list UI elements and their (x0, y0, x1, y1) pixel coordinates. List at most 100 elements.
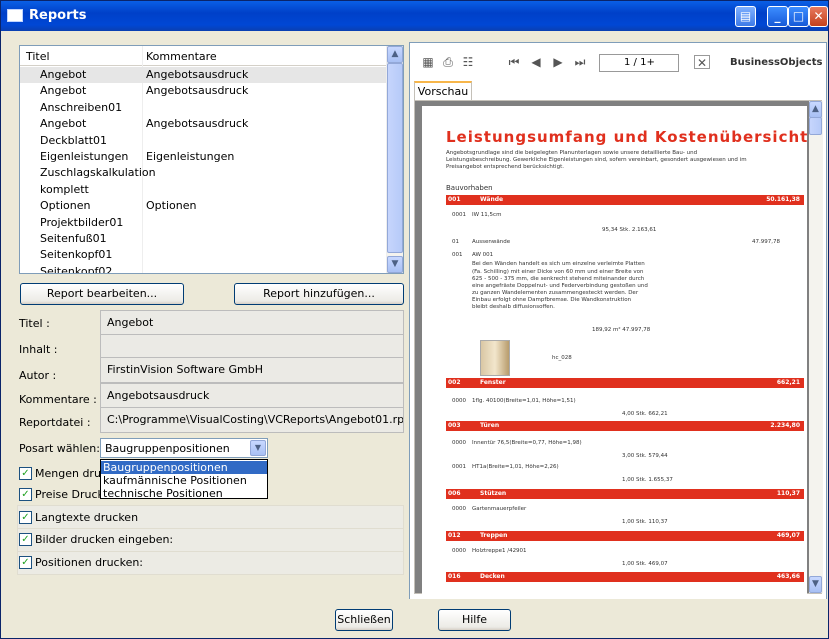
section-sum: 110,37 (776, 490, 800, 497)
posart-select[interactable]: Baugruppenpositionen ▼ (100, 438, 268, 458)
comment-label: Kommentare : (19, 393, 97, 406)
file-field[interactable]: C:\Programme\VisualCosting\VCReports\Ang… (100, 407, 404, 433)
last-page-icon[interactable]: ⏭ (572, 55, 588, 69)
report-section-bar: 001 Wände 50.161,38 (446, 195, 804, 205)
checkbox-positionen-label: Positionen drucken: (35, 556, 144, 569)
preview-pane: Leistungsumfang und Kostenübersicht Ange… (414, 100, 823, 595)
report-line-text: 625 - 500 - 375 mm, die senkrecht stehen… (472, 276, 645, 282)
edit-report-button[interactable]: Report bearbeiten... (20, 283, 184, 305)
column-title-header[interactable]: Titel (26, 50, 50, 63)
stop-icon[interactable]: ✕ (694, 55, 710, 70)
report-section-head: Bauvorhaben (446, 184, 493, 192)
report-line-text: 3,00 Stk. 579,44 (622, 453, 668, 459)
comment-field[interactable]: Angebotsausdruck (100, 383, 404, 409)
list-item[interactable]: Angebot Angebotsausdruck (20, 67, 387, 83)
list-item[interactable]: Projektbilder01 (20, 215, 387, 231)
list-item-comment: Eigenleistungen (146, 150, 235, 163)
author-field[interactable]: FirstinVision Software GmbH (100, 357, 404, 383)
section-number: 012 (448, 532, 461, 539)
group-tree-icon[interactable]: ☷ (460, 55, 476, 69)
list-item[interactable]: Anschreiben01 (20, 100, 387, 116)
report-page: Leistungsumfang und Kostenübersicht Ange… (422, 106, 807, 595)
report-line-code: 0000 (452, 440, 466, 446)
scroll-thumb[interactable] (387, 63, 403, 253)
posart-option-kaufmaennisch[interactable]: kaufmännische Positionen (101, 474, 267, 487)
report-line-text: 47.997,78 (752, 239, 780, 245)
report-line-text: Innentür 76,5(Breite=0,77, Höhe=1,98) (472, 440, 582, 446)
list-item[interactable]: Angebot Angebotsausdruck (20, 83, 387, 99)
dialog-footer: Schließen Hilfe (1, 599, 828, 638)
report-line-text: 1,00 Stk. 469,07 (622, 561, 668, 567)
first-page-icon[interactable]: ⏮ (506, 55, 522, 69)
close-button[interactable]: Schließen (335, 609, 393, 631)
export-icon[interactable]: ▦ (420, 55, 436, 69)
minimize-button[interactable]: _ (767, 6, 788, 27)
section-sum: 469,07 (776, 532, 800, 539)
section-number: 001 (448, 196, 461, 203)
section-number: 006 (448, 490, 461, 497)
list-item[interactable]: Seitenkopf01 (20, 247, 387, 263)
report-line-text: eine angefräste Doppelnut- und Federverb… (472, 283, 648, 289)
list-item[interactable]: Optionen Optionen (20, 198, 387, 214)
checkbox-preise[interactable]: ✓ (19, 488, 32, 501)
checkbox-bilder[interactable]: ✓ (19, 533, 32, 546)
column-comment-header[interactable]: Kommentare (146, 50, 217, 63)
posart-option-baugruppen[interactable]: Baugruppenpositionen (101, 461, 267, 474)
list-item[interactable]: Seitenfuß01 (20, 231, 387, 247)
section-number: 003 (448, 422, 461, 429)
section-sum: 662,21 (776, 379, 800, 386)
posart-dropdown[interactable]: Baugruppenpositionen kaufmännische Posit… (100, 459, 268, 500)
list-item-title: komplett (40, 182, 89, 196)
file-label: Reportdatei : (19, 416, 91, 429)
section-name: Wände (480, 196, 504, 203)
report-list[interactable]: Titel Kommentare Angebot Angebotsausdruck… (19, 45, 404, 274)
title-label: Titel : (19, 317, 50, 330)
scroll-up-icon[interactable]: ▲ (809, 101, 822, 118)
posart-label: Posart wählen: (19, 442, 100, 455)
print-icon[interactable]: ▤ (735, 6, 756, 27)
list-item[interactable]: Eigenleistungen Eigenleistungen (20, 149, 387, 165)
section-name: Decken (480, 573, 505, 580)
title-bar[interactable]: Reports ▤ _ □ ✕ (1, 1, 828, 31)
help-button[interactable]: Hilfe (438, 609, 511, 631)
list-item[interactable]: Deckblatt01 (20, 133, 387, 149)
scroll-up-icon[interactable]: ▲ (387, 46, 403, 63)
report-line-code: 001 (452, 252, 463, 258)
title-field[interactable]: Angebot (100, 310, 404, 336)
list-item[interactable]: Zuschlagskalkulation (20, 165, 387, 181)
list-item[interactable]: komplett (20, 182, 387, 198)
report-line-text: 95,34 Stk. 2.163,61 (602, 227, 657, 233)
report-line-text: Bei den Wänden handelt es sich um einzel… (472, 261, 645, 267)
posart-option-technisch[interactable]: technische Positionen (101, 487, 267, 500)
report-line-code: 0000 (452, 398, 466, 404)
scroll-down-icon[interactable]: ▼ (387, 256, 403, 273)
section-name: Treppen (480, 532, 508, 539)
list-scrollbar[interactable]: ▲ ▼ (386, 46, 403, 273)
chevron-down-icon[interactable]: ▼ (250, 440, 266, 456)
report-line-text: Holztreppe1 /42901 (472, 548, 527, 554)
report-line-text: 1,00 Stk. 110,37 (622, 519, 668, 525)
print-icon[interactable]: ⎙ (440, 55, 456, 69)
preview-scrollbar[interactable]: ▲ ▼ (809, 101, 823, 593)
list-item[interactable]: Seitenkopf02 (20, 264, 387, 273)
report-line-code: 0000 (452, 548, 466, 554)
report-section-bar: 003 Türen 2.234,80 (446, 421, 804, 431)
close-window-button[interactable]: ✕ (809, 6, 828, 27)
section-name: Stützen (480, 490, 507, 497)
checkbox-positionen[interactable]: ✓ (19, 556, 32, 569)
maximize-button[interactable]: □ (788, 6, 809, 27)
next-page-icon[interactable]: ▶ (550, 55, 566, 69)
tab-vorschau[interactable]: Vorschau (414, 81, 472, 101)
checkbox-langtexte[interactable]: ✓ (19, 511, 32, 524)
section-name: Türen (480, 422, 500, 429)
checkbox-mengen[interactable]: ✓ (19, 467, 32, 480)
scroll-down-icon[interactable]: ▼ (809, 576, 822, 593)
scroll-thumb[interactable] (809, 117, 822, 135)
page-number-box[interactable]: 1 / 1+ (599, 54, 679, 72)
report-line-text: 1flg. 40100(Breite=1,01, Höhe=1,51) (472, 398, 576, 404)
list-item[interactable]: Angebot Angebotsausdruck (20, 116, 387, 132)
prev-page-icon[interactable]: ◀ (528, 55, 544, 69)
businessobjects-logo: BusinessObjects (730, 57, 823, 68)
section-number: 002 (448, 379, 461, 386)
add-report-button[interactable]: Report hinzufügen... (234, 283, 404, 305)
